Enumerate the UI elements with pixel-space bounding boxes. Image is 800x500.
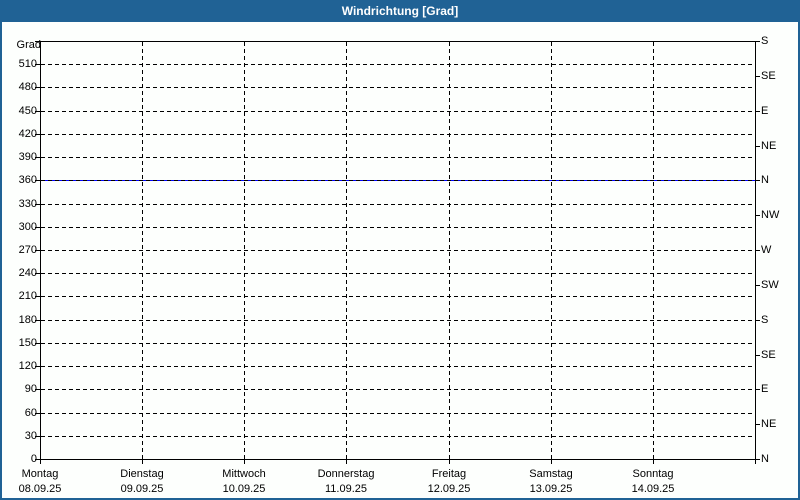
y-axis-tick-label: 210 <box>18 290 37 302</box>
y-axis-tick-label: 330 <box>18 198 37 210</box>
x-axis-tick <box>40 460 41 464</box>
y-axis-tick-label: 270 <box>18 244 37 256</box>
y2-axis-tick <box>756 424 760 425</box>
h-gridline <box>41 413 755 414</box>
y2-axis-tick <box>756 41 760 42</box>
y-axis-tick-label: 0 <box>30 453 37 465</box>
x-axis-tick <box>346 460 347 464</box>
y-axis-tick-label: 480 <box>18 81 37 93</box>
compass-tick-label: E <box>761 105 769 117</box>
x-axis-day-label: Mittwoch 10.09.25 <box>194 467 294 497</box>
y2-axis-tick <box>756 355 760 356</box>
day-name: Dienstag <box>120 468 164 480</box>
compass-tick-label: S <box>761 35 769 47</box>
x-axis-day-label: Samstag 13.09.25 <box>501 467 601 497</box>
y-axis-tick-label: 300 <box>18 221 37 233</box>
compass-tick-label: S <box>761 314 769 326</box>
h-gridline <box>41 389 755 390</box>
y-axis-tick-label: 450 <box>18 105 37 117</box>
y2-axis-tick <box>756 111 760 112</box>
y-axis-tick-label: 60 <box>24 407 37 419</box>
chart-title: Windrichtung [Grad] <box>0 0 800 22</box>
y-axis-tick-label: 180 <box>18 314 37 326</box>
v-gridline <box>449 42 450 459</box>
h-gridline <box>41 366 755 367</box>
h-gridline <box>41 180 755 181</box>
v-gridline <box>551 42 552 459</box>
x-axis-day-label: Dienstag 09.09.25 <box>92 467 192 497</box>
compass-tick-label: NW <box>761 209 780 221</box>
compass-tick-label: N <box>761 453 769 465</box>
y-axis-tick-label: 90 <box>24 383 37 395</box>
x-axis-tick <box>244 460 245 464</box>
y2-axis-tick <box>756 180 760 181</box>
compass-tick-label: N <box>761 174 769 186</box>
compass-tick-label: E <box>761 383 769 395</box>
h-gridline <box>41 157 755 158</box>
day-date: 13.09.25 <box>529 483 573 495</box>
day-date: 12.09.25 <box>427 483 471 495</box>
y-axis-tick-label: 420 <box>18 128 37 140</box>
y2-axis-tick <box>756 320 760 321</box>
day-name: Sonntag <box>632 468 674 480</box>
compass-tick-label: NE <box>761 418 777 430</box>
y-axis-tick-label: 360 <box>18 174 37 186</box>
day-name: Mittwoch <box>222 468 266 480</box>
x-axis-tick <box>449 460 450 464</box>
day-date: 09.09.25 <box>120 483 164 495</box>
h-gridline <box>41 87 755 88</box>
y2-axis-tick <box>756 215 760 216</box>
day-date: 10.09.25 <box>222 483 266 495</box>
x-axis-day-label: Sonntag 14.09.25 <box>603 467 703 497</box>
y2-axis-tick <box>756 285 760 286</box>
h-gridline <box>41 64 755 65</box>
h-gridline <box>41 320 755 321</box>
x-axis-day-label: Montag 08.09.25 <box>0 467 90 497</box>
x-axis-tick <box>653 460 654 464</box>
h-gridline <box>41 273 755 274</box>
day-date: 14.09.25 <box>631 483 675 495</box>
h-gridline <box>41 296 755 297</box>
x-axis-tick <box>551 460 552 464</box>
v-gridline <box>142 42 143 459</box>
y-axis-tick-label: 150 <box>18 337 37 349</box>
day-name: Freitag <box>431 468 467 480</box>
x-axis-day-label: Donnerstag 11.09.25 <box>296 467 396 497</box>
y-axis-tick-label: 390 <box>18 151 37 163</box>
y2-axis-tick <box>756 146 760 147</box>
v-gridline <box>346 42 347 459</box>
day-date: 11.09.25 <box>324 483 367 495</box>
compass-tick-label: SW <box>761 279 779 291</box>
day-name: Montag <box>21 468 59 480</box>
compass-tick-label: SE <box>761 349 776 361</box>
h-gridline <box>41 343 755 344</box>
y-axis-tick-label: 240 <box>18 267 37 279</box>
h-gridline <box>41 204 755 205</box>
y2-axis-tick <box>756 76 760 77</box>
v-gridline <box>653 42 654 459</box>
day-date: 08.09.25 <box>18 483 62 495</box>
h-gridline <box>41 134 755 135</box>
compass-tick-label: NE <box>761 140 777 152</box>
h-gridline <box>41 250 755 251</box>
y-axis-tick <box>35 41 40 42</box>
y-axis-tick-label: 510 <box>18 58 37 70</box>
x-axis-tick <box>755 460 756 464</box>
day-name: Samstag <box>529 468 573 480</box>
y2-axis-tick <box>756 459 760 460</box>
h-gridline <box>41 111 755 112</box>
v-gridline <box>244 42 245 459</box>
y-axis-tick-label: 30 <box>24 430 37 442</box>
x-axis-tick <box>142 460 143 464</box>
h-gridline <box>41 227 755 228</box>
h-gridline <box>41 436 755 437</box>
y2-axis-tick <box>756 389 760 390</box>
weather-chart-window: Windrichtung [Grad] Grad 0 30 60 90 120 150 18… <box>0 0 800 500</box>
day-name: Donnerstag <box>317 468 375 480</box>
y2-axis-tick <box>756 250 760 251</box>
compass-tick-label: W <box>761 244 772 256</box>
x-axis-day-label: Freitag 12.09.25 <box>399 467 499 497</box>
y-axis-tick-label: 120 <box>18 360 37 372</box>
compass-tick-label: SE <box>761 70 776 82</box>
